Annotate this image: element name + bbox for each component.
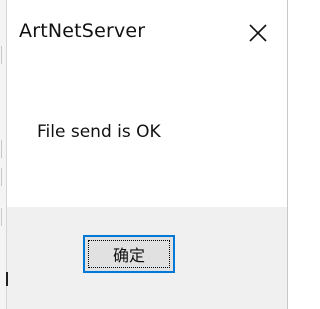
message-dialog: ArtNetServer File send is OK 确定 — [6, 0, 288, 309]
dialog-content: File send is OK — [7, 62, 287, 207]
close-button[interactable] — [239, 16, 277, 50]
dialog-titlebar[interactable]: ArtNetServer — [7, 0, 287, 62]
dialog-button-bar: 确定 — [7, 207, 287, 309]
dialog-message: File send is OK — [37, 122, 161, 142]
ok-button[interactable]: 确定 — [83, 235, 175, 273]
ok-button-label: 确定 — [112, 246, 145, 265]
background-text-fragment — [6, 272, 8, 286]
close-icon — [249, 24, 267, 42]
dialog-title: ArtNetServer — [19, 20, 146, 42]
